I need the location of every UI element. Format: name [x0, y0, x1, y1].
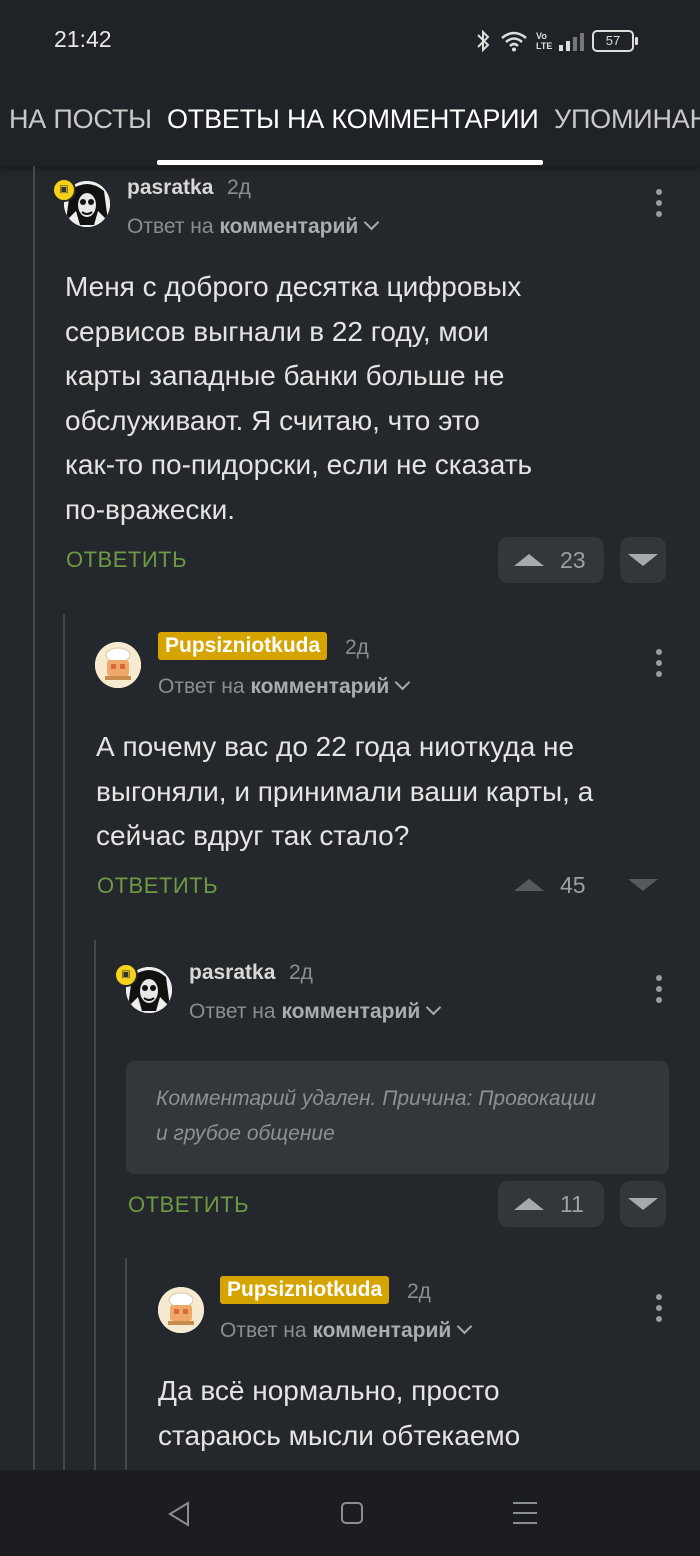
chevron-down-icon — [363, 214, 380, 231]
tab-bar: НА ПОСТЫ ОТВЕТЫ НА КОММЕНТАРИИ УПОМИНАН — [0, 82, 700, 166]
badge-icon: ▣ — [52, 178, 76, 202]
comment-author[interactable]: pasratka — [127, 176, 213, 200]
avatar[interactable] — [95, 642, 141, 688]
downvote-button[interactable] — [620, 1181, 666, 1227]
status-time: 21:42 — [54, 26, 112, 52]
chevron-down-icon — [456, 1318, 473, 1335]
badge-icon: ▣ — [114, 963, 138, 987]
thread-line — [94, 940, 96, 1470]
arrow-down-icon — [628, 554, 658, 566]
menu-icon[interactable] — [512, 1501, 538, 1525]
comment-time: 2д — [345, 636, 369, 659]
comment-time: 2д — [227, 176, 251, 199]
reply-button[interactable]: ОТВЕТИТЬ — [97, 873, 218, 899]
back-icon[interactable] — [166, 1501, 192, 1527]
thread-line — [125, 1258, 127, 1470]
upvote-button[interactable]: 45 — [498, 862, 604, 908]
upvote-button[interactable]: 23 — [498, 537, 604, 583]
signal-icon — [559, 33, 584, 51]
wifi-icon — [501, 31, 527, 52]
arrow-down-icon — [628, 1198, 658, 1210]
battery-icon: 57 — [592, 30, 638, 52]
reply-button[interactable]: ОТВЕТИТЬ — [66, 547, 187, 573]
system-nav-bar — [0, 1470, 700, 1556]
home-icon[interactable] — [340, 1501, 364, 1525]
bluetooth-icon — [477, 29, 490, 53]
avatar[interactable] — [158, 1287, 204, 1333]
comment-text: Меня с доброго десятка цифровых сервисов … — [65, 271, 533, 525]
comment-author[interactable]: Pupsizniotkuda — [220, 1276, 390, 1304]
active-tab-indicator — [157, 160, 543, 165]
thread-line — [63, 614, 65, 1470]
arrow-up-icon — [514, 554, 544, 566]
volte-icon: Vo LTE — [536, 31, 553, 51]
more-options-icon[interactable] — [649, 1291, 669, 1325]
tab-posts[interactable]: НА ПОСТЫ — [9, 104, 152, 135]
downvote-button[interactable] — [620, 537, 666, 583]
thread-line — [33, 166, 35, 1470]
more-options-icon[interactable] — [649, 972, 669, 1006]
status-bar: 21:42 Vo LTE 57 — [0, 0, 700, 82]
upvote-button[interactable]: 11 — [498, 1181, 604, 1227]
comment-time: 2д — [407, 1280, 431, 1303]
comment-score: 11 — [560, 1190, 584, 1217]
deleted-comment-notice: Комментарий удален. Причина: Провокации и… — [126, 1061, 669, 1174]
comment-score: 23 — [560, 546, 586, 573]
comment-author[interactable]: pasratka — [189, 961, 275, 985]
reply-to-link[interactable]: Ответ на комментарий — [127, 214, 380, 239]
comment-score: 45 — [560, 871, 586, 898]
reply-to-link[interactable]: Ответ на комментарий — [220, 1318, 473, 1343]
reply-to-link[interactable]: Ответ на комментарий — [158, 674, 411, 699]
arrow-up-icon — [514, 879, 544, 891]
reply-button[interactable]: ОТВЕТИТЬ — [128, 1192, 249, 1218]
comment-text: Да всё нормально, просто стараюсь мысли о… — [158, 1375, 521, 1451]
reply-target: комментарий — [312, 1319, 452, 1342]
reply-target: комментарий — [219, 215, 359, 238]
reply-to-link[interactable]: Ответ на комментарий — [189, 999, 442, 1024]
arrow-down-icon — [628, 879, 658, 891]
reply-target: комментарий — [281, 1000, 421, 1023]
tab-mentions[interactable]: УПОМИНАН — [554, 104, 700, 135]
chevron-down-icon — [394, 674, 411, 691]
arrow-up-icon — [514, 1198, 544, 1210]
comment-author[interactable]: Pupsizniotkuda — [158, 632, 328, 660]
status-icons: Vo LTE 57 — [474, 28, 638, 54]
comment-time: 2д — [289, 961, 313, 984]
reply-prefix: Ответ на — [158, 675, 245, 698]
more-options-icon[interactable] — [649, 186, 669, 220]
reply-prefix: Ответ на — [127, 215, 214, 238]
reply-prefix: Ответ на — [220, 1319, 307, 1342]
chevron-down-icon — [425, 999, 442, 1016]
downvote-button[interactable] — [620, 862, 666, 908]
comment-text: А почему вас до 22 года ниоткуда не выгон… — [96, 731, 594, 851]
more-options-icon[interactable] — [649, 646, 669, 680]
tab-comment-replies[interactable]: ОТВЕТЫ НА КОММЕНТАРИИ — [167, 104, 539, 135]
reply-prefix: Ответ на — [189, 1000, 276, 1023]
reply-target: комментарий — [250, 675, 390, 698]
